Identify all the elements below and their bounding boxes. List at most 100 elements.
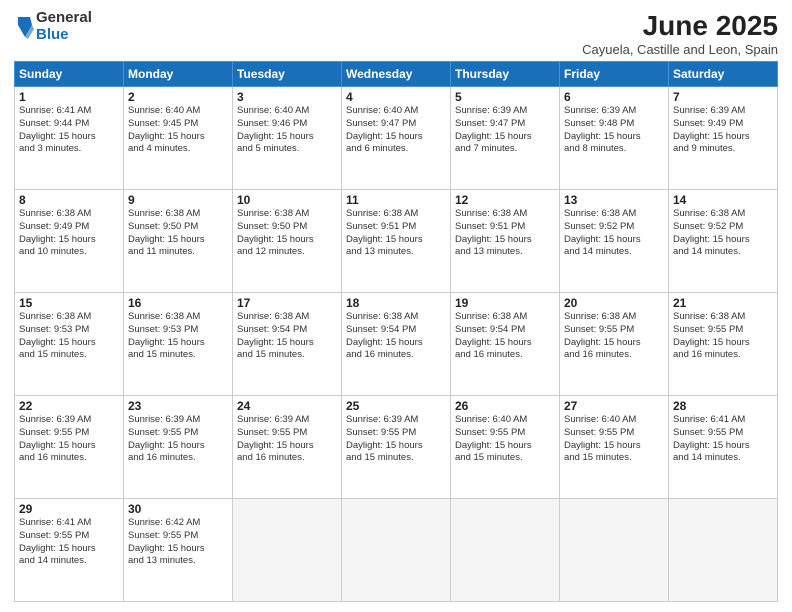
calendar-row: 8Sunrise: 6:38 AMSunset: 9:49 PMDaylight… (15, 190, 778, 293)
logo-text: General Blue (36, 10, 92, 43)
calendar-table: Sunday Monday Tuesday Wednesday Thursday… (14, 61, 778, 602)
col-wednesday: Wednesday (342, 62, 451, 87)
table-cell: 13Sunrise: 6:38 AMSunset: 9:52 PMDayligh… (560, 190, 669, 293)
logo-icon (16, 15, 34, 39)
day-info: Sunrise: 6:38 AMSunset: 9:54 PMDaylight:… (346, 311, 446, 362)
day-number: 24 (237, 399, 337, 413)
day-info: Sunrise: 6:38 AMSunset: 9:51 PMDaylight:… (346, 208, 446, 259)
table-cell (560, 499, 669, 602)
table-cell: 9Sunrise: 6:38 AMSunset: 9:50 PMDaylight… (124, 190, 233, 293)
header: General Blue June 2025 Cayuela, Castille… (14, 10, 778, 57)
calendar-row: 22Sunrise: 6:39 AMSunset: 9:55 PMDayligh… (15, 396, 778, 499)
logo-blue: Blue (36, 27, 92, 44)
day-number: 13 (564, 193, 664, 207)
table-cell: 6Sunrise: 6:39 AMSunset: 9:48 PMDaylight… (560, 87, 669, 190)
day-info: Sunrise: 6:38 AMSunset: 9:54 PMDaylight:… (455, 311, 555, 362)
day-number: 30 (128, 502, 228, 516)
table-cell: 16Sunrise: 6:38 AMSunset: 9:53 PMDayligh… (124, 293, 233, 396)
day-number: 9 (128, 193, 228, 207)
table-cell: 14Sunrise: 6:38 AMSunset: 9:52 PMDayligh… (669, 190, 778, 293)
col-monday: Monday (124, 62, 233, 87)
table-cell (669, 499, 778, 602)
day-info: Sunrise: 6:39 AMSunset: 9:55 PMDaylight:… (237, 414, 337, 465)
table-cell: 20Sunrise: 6:38 AMSunset: 9:55 PMDayligh… (560, 293, 669, 396)
table-cell (233, 499, 342, 602)
table-cell: 1Sunrise: 6:41 AMSunset: 9:44 PMDaylight… (15, 87, 124, 190)
day-number: 6 (564, 90, 664, 104)
day-info: Sunrise: 6:41 AMSunset: 9:44 PMDaylight:… (19, 105, 119, 156)
day-number: 12 (455, 193, 555, 207)
day-info: Sunrise: 6:41 AMSunset: 9:55 PMDaylight:… (673, 414, 773, 465)
day-info: Sunrise: 6:38 AMSunset: 9:55 PMDaylight:… (564, 311, 664, 362)
table-cell: 4Sunrise: 6:40 AMSunset: 9:47 PMDaylight… (342, 87, 451, 190)
day-info: Sunrise: 6:39 AMSunset: 9:55 PMDaylight:… (346, 414, 446, 465)
day-number: 8 (19, 193, 119, 207)
day-number: 16 (128, 296, 228, 310)
day-number: 19 (455, 296, 555, 310)
day-number: 23 (128, 399, 228, 413)
table-cell: 12Sunrise: 6:38 AMSunset: 9:51 PMDayligh… (451, 190, 560, 293)
table-cell: 21Sunrise: 6:38 AMSunset: 9:55 PMDayligh… (669, 293, 778, 396)
day-number: 10 (237, 193, 337, 207)
table-cell: 18Sunrise: 6:38 AMSunset: 9:54 PMDayligh… (342, 293, 451, 396)
day-number: 18 (346, 296, 446, 310)
day-number: 2 (128, 90, 228, 104)
calendar-row: 29Sunrise: 6:41 AMSunset: 9:55 PMDayligh… (15, 499, 778, 602)
day-info: Sunrise: 6:40 AMSunset: 9:55 PMDaylight:… (564, 414, 664, 465)
page: General Blue June 2025 Cayuela, Castille… (0, 0, 792, 612)
day-info: Sunrise: 6:38 AMSunset: 9:50 PMDaylight:… (128, 208, 228, 259)
col-sunday: Sunday (15, 62, 124, 87)
table-cell (451, 499, 560, 602)
table-cell: 5Sunrise: 6:39 AMSunset: 9:47 PMDaylight… (451, 87, 560, 190)
table-cell: 25Sunrise: 6:39 AMSunset: 9:55 PMDayligh… (342, 396, 451, 499)
title-section: June 2025 Cayuela, Castille and Leon, Sp… (582, 10, 778, 57)
day-info: Sunrise: 6:39 AMSunset: 9:49 PMDaylight:… (673, 105, 773, 156)
table-cell: 3Sunrise: 6:40 AMSunset: 9:46 PMDaylight… (233, 87, 342, 190)
day-info: Sunrise: 6:42 AMSunset: 9:55 PMDaylight:… (128, 517, 228, 568)
day-info: Sunrise: 6:38 AMSunset: 9:55 PMDaylight:… (673, 311, 773, 362)
day-number: 21 (673, 296, 773, 310)
day-number: 4 (346, 90, 446, 104)
table-cell: 7Sunrise: 6:39 AMSunset: 9:49 PMDaylight… (669, 87, 778, 190)
day-info: Sunrise: 6:39 AMSunset: 9:47 PMDaylight:… (455, 105, 555, 156)
day-number: 14 (673, 193, 773, 207)
day-info: Sunrise: 6:38 AMSunset: 9:52 PMDaylight:… (564, 208, 664, 259)
day-number: 1 (19, 90, 119, 104)
day-info: Sunrise: 6:38 AMSunset: 9:49 PMDaylight:… (19, 208, 119, 259)
table-cell: 22Sunrise: 6:39 AMSunset: 9:55 PMDayligh… (15, 396, 124, 499)
table-cell: 15Sunrise: 6:38 AMSunset: 9:53 PMDayligh… (15, 293, 124, 396)
table-cell: 28Sunrise: 6:41 AMSunset: 9:55 PMDayligh… (669, 396, 778, 499)
day-number: 25 (346, 399, 446, 413)
main-title: June 2025 (582, 10, 778, 42)
table-cell: 19Sunrise: 6:38 AMSunset: 9:54 PMDayligh… (451, 293, 560, 396)
day-info: Sunrise: 6:38 AMSunset: 9:52 PMDaylight:… (673, 208, 773, 259)
day-number: 27 (564, 399, 664, 413)
day-number: 17 (237, 296, 337, 310)
day-info: Sunrise: 6:38 AMSunset: 9:53 PMDaylight:… (19, 311, 119, 362)
day-info: Sunrise: 6:39 AMSunset: 9:55 PMDaylight:… (128, 414, 228, 465)
table-cell: 29Sunrise: 6:41 AMSunset: 9:55 PMDayligh… (15, 499, 124, 602)
table-cell: 11Sunrise: 6:38 AMSunset: 9:51 PMDayligh… (342, 190, 451, 293)
day-info: Sunrise: 6:39 AMSunset: 9:48 PMDaylight:… (564, 105, 664, 156)
logo: General Blue (14, 10, 92, 43)
header-row: Sunday Monday Tuesday Wednesday Thursday… (15, 62, 778, 87)
day-info: Sunrise: 6:38 AMSunset: 9:54 PMDaylight:… (237, 311, 337, 362)
subtitle: Cayuela, Castille and Leon, Spain (582, 42, 778, 57)
table-cell: 23Sunrise: 6:39 AMSunset: 9:55 PMDayligh… (124, 396, 233, 499)
day-number: 11 (346, 193, 446, 207)
day-number: 29 (19, 502, 119, 516)
table-cell: 27Sunrise: 6:40 AMSunset: 9:55 PMDayligh… (560, 396, 669, 499)
day-info: Sunrise: 6:39 AMSunset: 9:55 PMDaylight:… (19, 414, 119, 465)
col-saturday: Saturday (669, 62, 778, 87)
logo-general: General (36, 10, 92, 27)
table-cell: 26Sunrise: 6:40 AMSunset: 9:55 PMDayligh… (451, 396, 560, 499)
table-cell: 8Sunrise: 6:38 AMSunset: 9:49 PMDaylight… (15, 190, 124, 293)
day-number: 20 (564, 296, 664, 310)
table-cell: 10Sunrise: 6:38 AMSunset: 9:50 PMDayligh… (233, 190, 342, 293)
table-cell: 30Sunrise: 6:42 AMSunset: 9:55 PMDayligh… (124, 499, 233, 602)
day-info: Sunrise: 6:38 AMSunset: 9:53 PMDaylight:… (128, 311, 228, 362)
day-number: 15 (19, 296, 119, 310)
table-cell (342, 499, 451, 602)
calendar-row: 1Sunrise: 6:41 AMSunset: 9:44 PMDaylight… (15, 87, 778, 190)
table-cell: 24Sunrise: 6:39 AMSunset: 9:55 PMDayligh… (233, 396, 342, 499)
